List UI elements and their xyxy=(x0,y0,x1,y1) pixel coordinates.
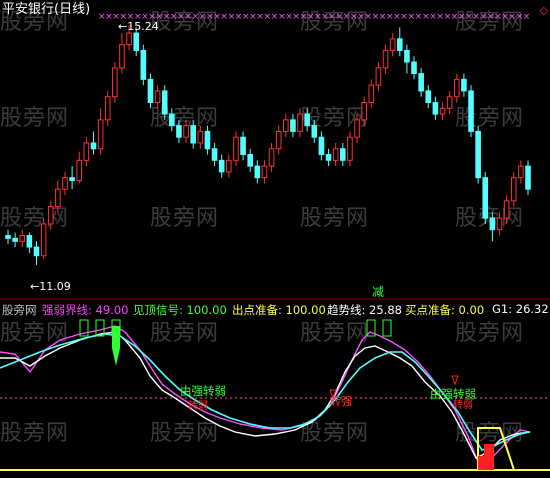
signal-mark-2: 转强 xyxy=(330,395,352,408)
candle-up xyxy=(361,101,367,121)
candle-down xyxy=(161,90,168,115)
candle-up xyxy=(183,125,189,138)
candle-down xyxy=(140,49,147,80)
candle-down xyxy=(33,246,40,257)
legend-strong-weak-line: 强弱界线: 49.00 xyxy=(42,303,129,317)
candle-down xyxy=(5,235,11,239)
candle-up xyxy=(375,67,382,86)
candle-down xyxy=(169,113,175,127)
legend-exit-prep: 出点准备: 100.00 xyxy=(232,303,326,317)
candle-down xyxy=(396,38,403,51)
candle-up xyxy=(268,148,275,167)
candle-up xyxy=(47,206,54,225)
signal-mark-1: 转弱 xyxy=(188,401,208,412)
candle-up xyxy=(332,148,339,161)
candle-up xyxy=(354,119,360,138)
candle-down xyxy=(418,73,424,92)
candle-up xyxy=(62,177,68,190)
high-price-label: ←15.24 xyxy=(118,20,159,33)
candle-down xyxy=(404,49,410,63)
candle-down xyxy=(176,125,182,138)
candle-up xyxy=(119,44,125,69)
candle-up xyxy=(283,119,289,132)
candle-up xyxy=(446,96,453,109)
candle-up xyxy=(112,67,118,98)
candle-down xyxy=(26,235,33,248)
candle-down xyxy=(475,130,481,179)
candle-down xyxy=(190,125,197,144)
candle-up xyxy=(126,32,132,46)
candle-up xyxy=(76,159,83,182)
candle-up xyxy=(55,188,61,208)
candle-up xyxy=(382,49,389,69)
top-signal-bar xyxy=(112,326,120,348)
candle-up xyxy=(496,217,503,231)
legend-top-signal: 见顶信号: 100.00 xyxy=(133,303,227,317)
candle-up xyxy=(40,223,47,257)
top-signal-box xyxy=(382,319,392,337)
candle-up xyxy=(389,38,396,51)
buy-signal-bar xyxy=(484,444,494,470)
candle-down xyxy=(290,119,296,132)
legend-buy-prep: 买点准备: 0.00 xyxy=(405,303,485,317)
candle-up xyxy=(226,159,232,173)
buy-signal-bar xyxy=(478,456,484,470)
legend-trend-line: 趋势线: 25.88 xyxy=(327,303,402,317)
candle-up xyxy=(439,107,446,115)
candle-down xyxy=(432,101,439,115)
diamond-icon[interactable]: ◇ xyxy=(540,4,548,18)
low-price-label: ←11.09 xyxy=(30,280,71,293)
candle-down xyxy=(311,125,318,138)
signal-mark-3: 转弱 xyxy=(453,400,473,411)
candle-down xyxy=(69,177,75,182)
indicator-legend-bar: 股旁网 强弱界线: 49.00 见顶信号: 100.00 出点准备: 100.0… xyxy=(0,301,550,317)
candle-down xyxy=(425,90,432,103)
candle-down xyxy=(12,237,18,242)
candle-down xyxy=(468,90,474,132)
candle-down xyxy=(461,78,467,92)
candle-up xyxy=(518,165,524,179)
candle-up xyxy=(453,78,460,98)
top-signal-spike xyxy=(112,348,120,366)
indicator-name: 股旁网 xyxy=(2,303,37,317)
candle-down xyxy=(133,32,140,51)
candle-up xyxy=(368,84,375,103)
candle-down xyxy=(318,136,325,156)
candle-up xyxy=(297,113,303,132)
chart-title: 平安银行(日线) xyxy=(2,2,91,17)
candle-down xyxy=(204,130,211,150)
candle-up xyxy=(97,119,104,150)
candle-down xyxy=(254,165,261,179)
legend-g1: G1: 26.32 xyxy=(492,302,549,316)
candle-down xyxy=(482,177,489,219)
candle-down xyxy=(325,154,332,161)
candle-down xyxy=(489,217,496,231)
candle-down xyxy=(240,136,246,156)
candle-up xyxy=(233,136,239,161)
candle-up xyxy=(83,142,90,161)
candle-up xyxy=(19,235,26,242)
candle-down xyxy=(247,154,253,167)
candle-down xyxy=(147,78,154,103)
candle-down xyxy=(218,159,225,173)
candle-up xyxy=(503,200,510,219)
candle-up xyxy=(275,130,282,150)
reduce-signal: 减 xyxy=(372,285,385,299)
candle-up xyxy=(104,96,111,121)
candle-up xyxy=(261,165,268,179)
candle-down xyxy=(304,113,310,127)
candle-down xyxy=(211,148,218,161)
candle-up xyxy=(347,136,353,161)
arrow-marker-icon xyxy=(451,375,459,386)
candle-down xyxy=(90,142,97,150)
candle-up xyxy=(510,177,517,202)
candle-down xyxy=(525,165,531,190)
stock-chart-window: 股旁网 股旁网 股旁网 股旁网 股旁网 股旁网 股旁网 股旁网 股旁网 股旁网 股旁网 股旁网 股旁网股… xyxy=(0,0,550,478)
marker-x-icon: × xyxy=(523,12,531,22)
candle-down xyxy=(339,148,346,161)
candle-down xyxy=(411,61,417,75)
candle-up xyxy=(154,90,161,103)
candle-up xyxy=(197,130,204,144)
